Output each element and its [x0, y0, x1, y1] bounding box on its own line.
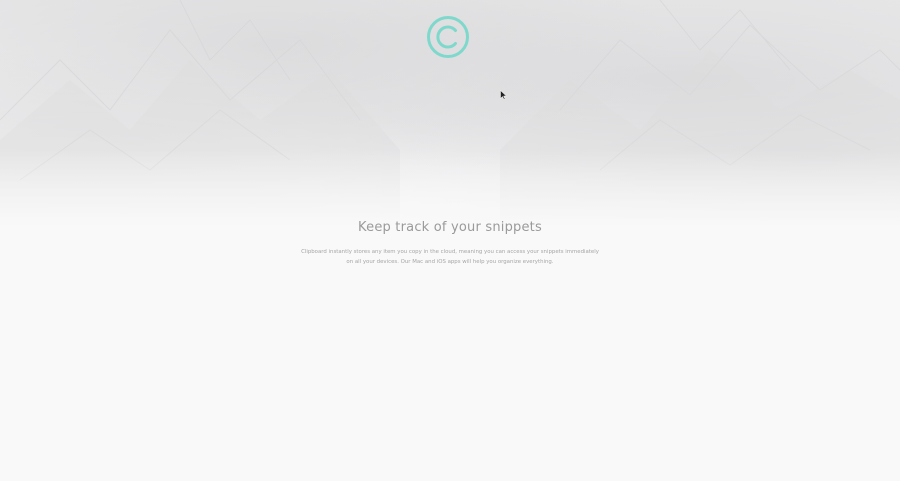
- copyright-c-icon[interactable]: [426, 15, 470, 59]
- hero-content: Keep track of your snippets Clipboard in…: [0, 219, 900, 267]
- hero-title: Keep track of your snippets: [358, 220, 542, 235]
- landing-page: Keep track of your snippets Clipboard in…: [0, 0, 900, 481]
- mouse-pointer-icon: [500, 90, 507, 100]
- hero-fade: [0, 150, 900, 230]
- hero-description: Clipboard instantly stores any item you …: [301, 249, 599, 265]
